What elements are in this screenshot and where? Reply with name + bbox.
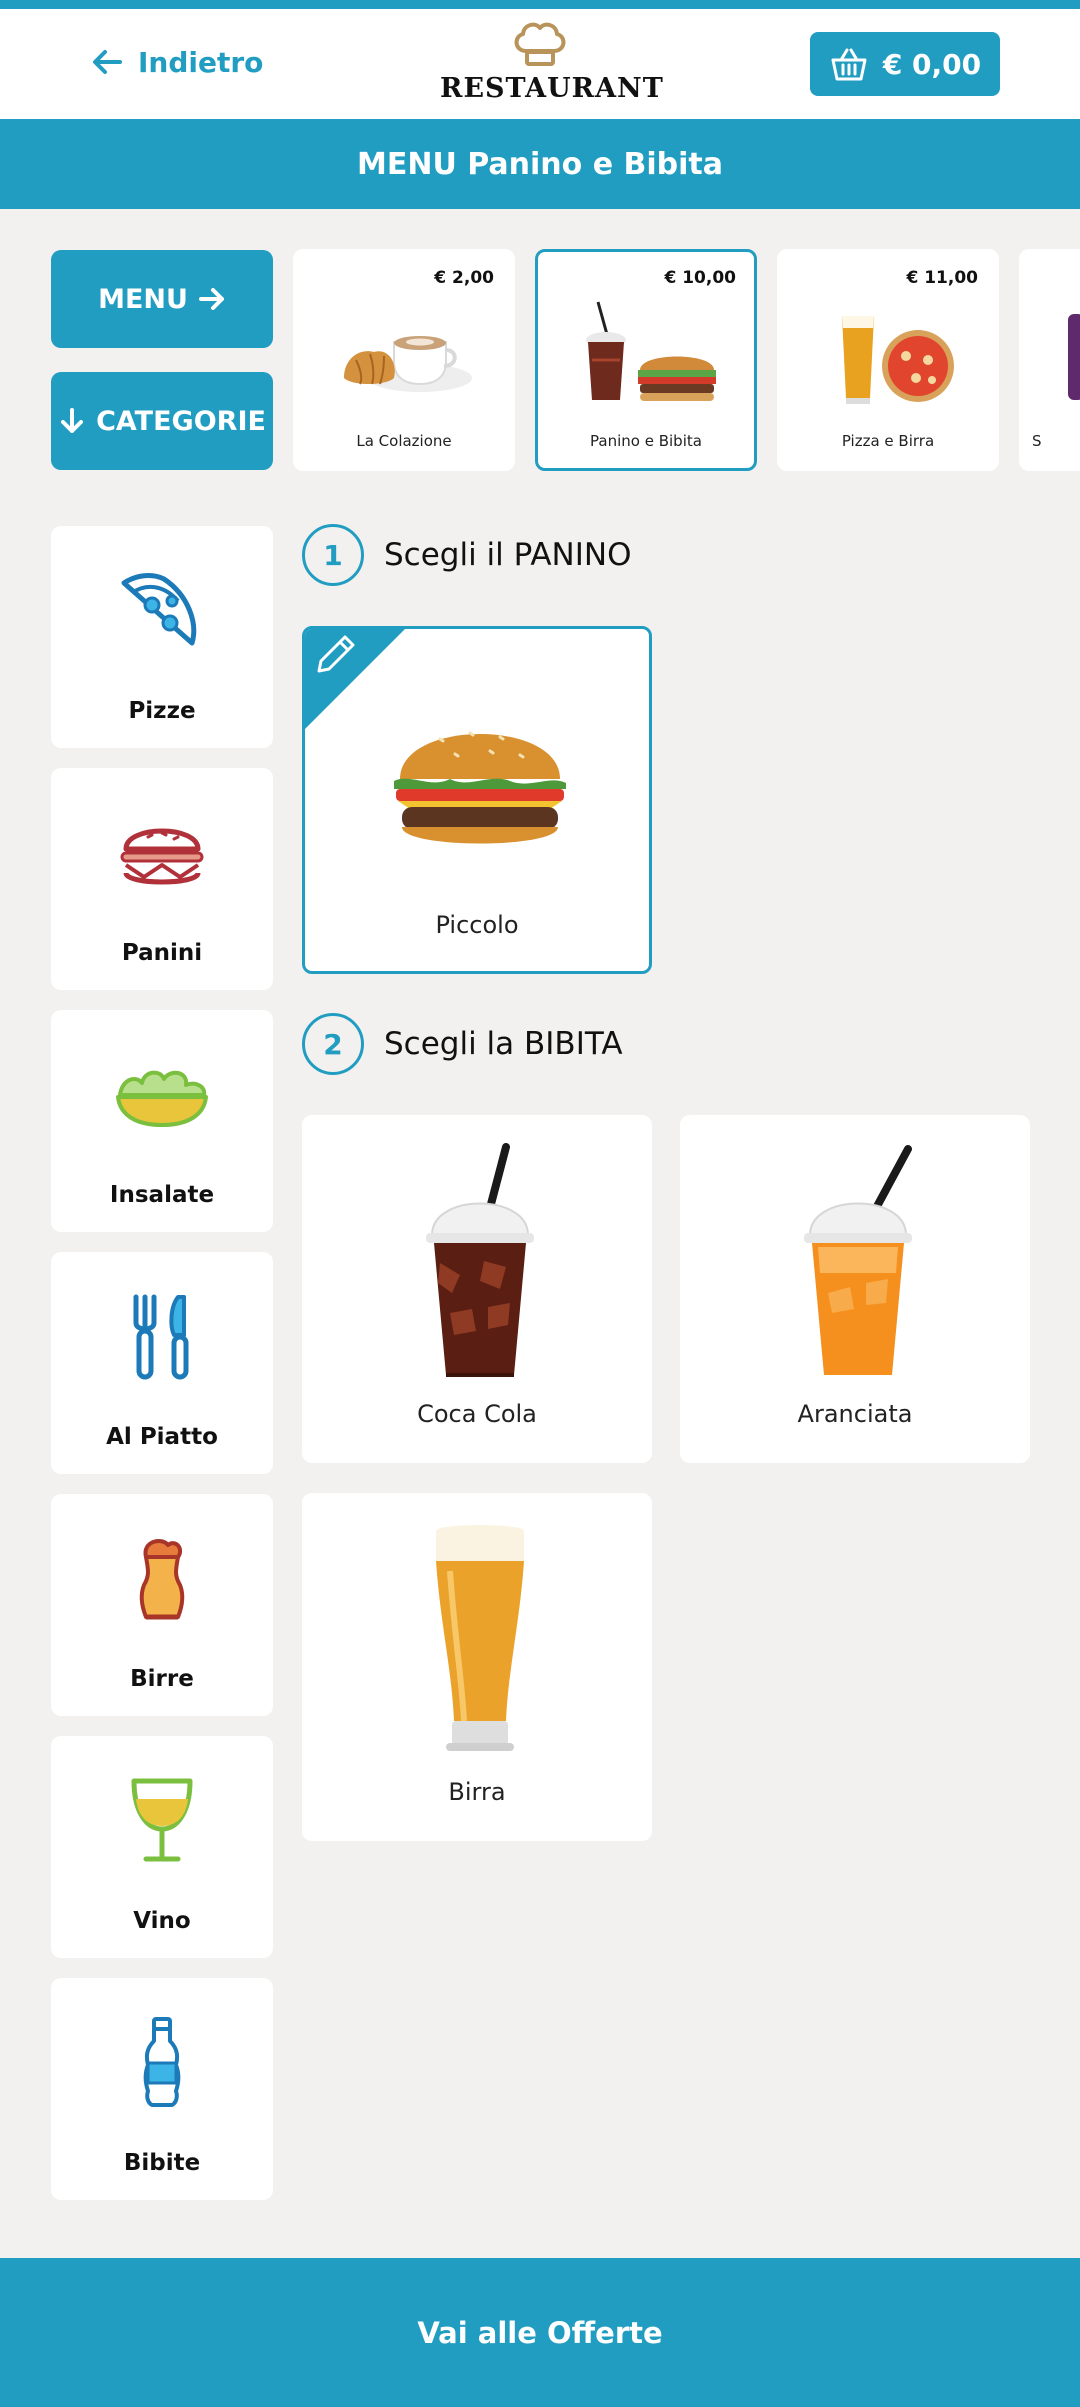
product-coca-cola[interactable]: Coca Cola	[302, 1115, 652, 1463]
basket-icon	[831, 48, 867, 81]
menu-card-pizza-birra[interactable]: € 11,00 Pizza e Birra	[777, 249, 999, 471]
step-2-heading: 2 Scegli la BIBITA	[302, 1013, 623, 1075]
product-aranciata[interactable]: Aranciata	[680, 1115, 1030, 1463]
product-label: Aranciata	[797, 1400, 913, 1428]
burger-icon	[120, 828, 204, 885]
menu-label: Pizza e Birra	[841, 432, 935, 450]
category-label: Pizze	[128, 698, 196, 724]
arrow-down-icon	[61, 408, 84, 433]
chef-hat-icon	[514, 22, 566, 66]
cola-cup-image	[426, 1143, 534, 1377]
header: Indietro RESTAURANT € 0,00	[0, 9, 1080, 119]
wine-icon	[131, 1778, 193, 1862]
category-label: Panini	[121, 940, 203, 966]
product-panino-piccolo[interactable]: Piccolo	[302, 626, 652, 974]
menu-label: S	[1032, 432, 1042, 450]
step-1-heading: 1 Scegli il PANINO	[302, 524, 631, 586]
menu-price: € 2,00	[434, 268, 494, 288]
burger-drink-image	[586, 301, 716, 401]
categories-button[interactable]: CATEGORIE	[51, 372, 273, 470]
burger-image	[394, 731, 566, 844]
categories-button-label: CATEGORIE	[96, 405, 266, 437]
menu-button[interactable]: MENU	[51, 250, 273, 348]
pizza-icon	[121, 573, 197, 646]
category-insalate[interactable]: Insalate	[51, 1010, 273, 1232]
cutlery-icon	[133, 1294, 189, 1380]
category-pizze[interactable]: Pizze	[51, 526, 273, 748]
product-label: Birra	[448, 1778, 506, 1806]
menu-label: La Colazione	[356, 432, 452, 450]
menu-carousel[interactable]: € 2,00 La Colazione € 10,00 Panino e Bib…	[293, 249, 1080, 473]
step-label: Scegli il PANINO	[384, 537, 632, 573]
logo-text: RESTAURANT	[440, 73, 664, 104]
product-label: Coca Cola	[417, 1400, 537, 1428]
category-label: Insalate	[109, 1182, 215, 1208]
offers-button[interactable]: Vai alle Offerte	[0, 2258, 1080, 2407]
drink-image	[1068, 314, 1080, 400]
menu-card-colazione[interactable]: € 2,00 La Colazione	[293, 249, 515, 471]
product-birra[interactable]: Birra	[302, 1493, 652, 1841]
category-label: Al Piatto	[106, 1424, 218, 1450]
category-vino[interactable]: Vino	[51, 1736, 273, 1958]
category-label: Birre	[130, 1666, 194, 1692]
step-number: 1	[302, 524, 364, 586]
breakfast-image	[344, 336, 472, 392]
category-panini[interactable]: Panini	[51, 768, 273, 990]
back-label: Indietro	[138, 45, 264, 79]
cart-total: € 0,00	[882, 47, 982, 81]
bottle-icon	[143, 2017, 181, 2107]
category-birre[interactable]: Birre	[51, 1494, 273, 1716]
category-label: Vino	[133, 1908, 191, 1934]
restaurant-logo: RESTAURANT	[440, 19, 664, 115]
step-label: Scegli la BIBITA	[384, 1026, 623, 1062]
salad-icon	[116, 1070, 208, 1127]
arrow-right-icon	[198, 288, 224, 310]
step-number: 2	[302, 1013, 364, 1075]
beer-icon	[139, 1539, 185, 1620]
page-title: MENU Panino e Bibita	[0, 119, 1080, 209]
arrow-left-icon	[93, 50, 122, 74]
top-accent-strip	[0, 0, 1080, 9]
menu-price: € 11,00	[906, 268, 978, 288]
menu-button-label: MENU	[98, 283, 188, 315]
menu-card-panino-bibita[interactable]: € 10,00 Panino e Bibita	[535, 249, 757, 471]
menu-price: € 10,00	[664, 268, 736, 288]
pizza-beer-image	[842, 316, 954, 404]
product-label: Piccolo	[435, 911, 519, 939]
cart-button[interactable]: € 0,00	[810, 32, 1000, 96]
beer-glass-image	[436, 1525, 524, 1751]
menu-label: Panino e Bibita	[590, 432, 702, 450]
back-button[interactable]: Indietro	[90, 45, 263, 79]
orange-cup-image	[804, 1145, 912, 1375]
category-al-piatto[interactable]: Al Piatto	[51, 1252, 273, 1474]
category-label: Bibite	[123, 2150, 201, 2176]
category-bibite[interactable]: Bibite	[51, 1978, 273, 2200]
menu-card-partial[interactable]: S	[1019, 249, 1080, 471]
